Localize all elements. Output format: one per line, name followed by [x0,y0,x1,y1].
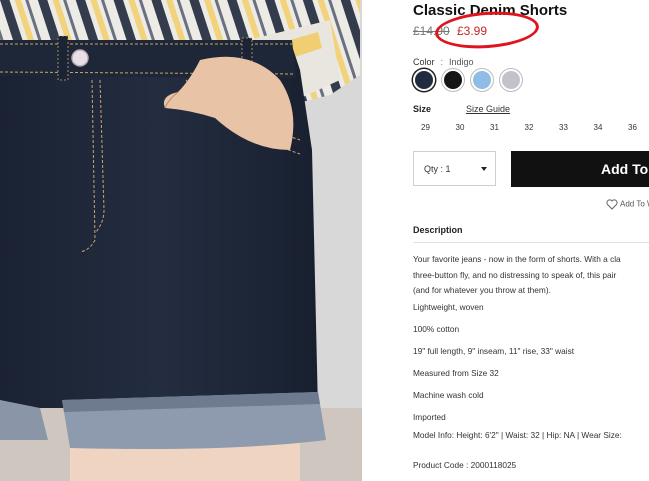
detail-bullet: Machine wash cold [413,390,484,400]
swatch-indigo[interactable] [413,69,435,91]
swatch-grey[interactable] [500,69,522,91]
add-to-bag-button[interactable]: Add To Bag [511,151,649,187]
product-code: Product Code : 2000118025 [413,460,517,470]
color-label: Color [413,57,435,67]
size-31[interactable]: 31 [490,123,525,132]
swatch-light-blue[interactable] [471,69,493,91]
size-label: Size [413,104,432,114]
heart-icon [606,199,618,210]
size-30[interactable]: 30 [456,123,491,132]
description-paragraph: Your favorite jeans - now in the form of… [413,252,649,299]
size-guide-link[interactable]: Size Guide [466,104,510,114]
product-photo-illustration [0,0,362,481]
size-33[interactable]: 33 [559,123,594,132]
detail-bullet: 19" full length, 9" inseam, 11" rise, 33… [413,346,575,356]
detail-bullet: Measured from Size 32 [413,368,499,378]
size-34[interactable]: 34 [594,123,629,132]
add-to-bag-label: Add To Bag [601,161,649,177]
description-line: Your favorite jeans - now in the form of… [413,254,621,264]
color-value: Indigo [449,57,474,67]
detail-bullet: Lightweight, woven [413,302,484,312]
color-row: Color: Indigo [413,57,474,67]
quantity-value: Qty : 1 [424,164,451,174]
detail-bullet: 100% cotton [413,324,460,334]
description-line: three-button fly, and no distressing to … [413,269,617,280]
size-32[interactable]: 32 [525,123,560,132]
detail-bullet: Imported [413,412,446,422]
size-36[interactable]: 36 [628,123,649,132]
product-details: Classic Denim Shorts £14.90 £3.99 Color:… [413,0,649,481]
description-divider [413,242,649,243]
caret-down-icon [481,167,487,171]
size-29[interactable]: 29 [421,123,456,132]
swatch-black[interactable] [442,69,464,91]
color-separator: : [440,57,444,67]
wishlist-label: Add To Wishlist [620,199,649,209]
model-info: Model Info: Height: 6'2" | Waist: 32 | H… [413,430,622,440]
color-swatches [413,69,522,91]
size-options: 29 30 31 32 33 34 36 [421,123,649,132]
product-image[interactable] [0,0,362,481]
quantity-select[interactable]: Qty : 1 [413,151,496,186]
add-to-wishlist-link[interactable]: Add To Wishlist [606,199,649,210]
description-line: (and for whatever you throw at them). [413,285,551,295]
description-heading: Description [413,225,463,235]
